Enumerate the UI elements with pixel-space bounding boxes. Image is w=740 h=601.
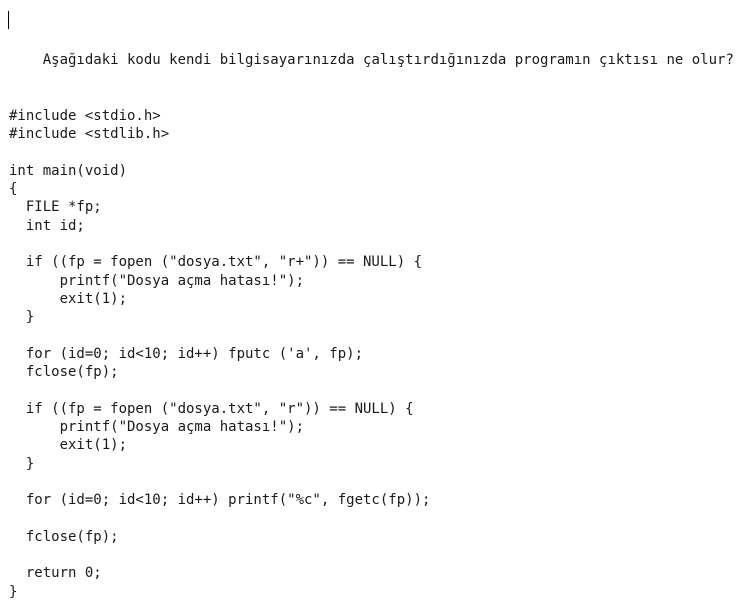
document: Aşağıdaki kodu kendi bilgisayarınızda ça… bbox=[8, 10, 736, 601]
code-line: fclose(fp); bbox=[9, 364, 119, 381]
code-line: for (id=0; id<10; id++) printf("%c", fge… bbox=[9, 492, 431, 509]
question-label: Aşağıdaki kodu kendi bilgisayarınızda ça… bbox=[42, 52, 734, 68]
code-line: if ((fp = fopen ("dosya.txt", "r")) == N… bbox=[9, 400, 414, 417]
code-line: } bbox=[9, 309, 35, 326]
code-line: return 0; bbox=[9, 565, 102, 582]
code-line: fclose(fp); bbox=[9, 528, 119, 545]
code-block: #include <stdio.h> #include <stdlib.h> i… bbox=[9, 107, 736, 601]
code-line: } bbox=[9, 455, 35, 472]
code-line: exit(1); bbox=[9, 290, 128, 307]
code-line: { bbox=[9, 181, 18, 198]
code-line: int id; bbox=[9, 217, 85, 234]
code-line: FILE *fp; bbox=[9, 199, 102, 216]
code-line: int main(void) bbox=[9, 162, 128, 179]
code-line: #include <stdlib.h> bbox=[9, 126, 170, 143]
code-line: for (id=0; id<10; id++) fputc ('a', fp); bbox=[9, 345, 364, 362]
code-line: } bbox=[9, 583, 18, 600]
code-line: if ((fp = fopen ("dosya.txt", "r+")) == … bbox=[9, 254, 423, 271]
code-line: printf("Dosya açma hatası!"); bbox=[9, 419, 305, 436]
code-line: exit(1); bbox=[9, 437, 128, 454]
code-line: printf("Dosya açma hatası!"); bbox=[9, 272, 305, 289]
text-cursor bbox=[8, 11, 9, 29]
code-line: #include <stdio.h> bbox=[9, 108, 161, 124]
question-text[interactable]: Aşağıdaki kodu kendi bilgisayarınızda ça… bbox=[8, 10, 736, 90]
